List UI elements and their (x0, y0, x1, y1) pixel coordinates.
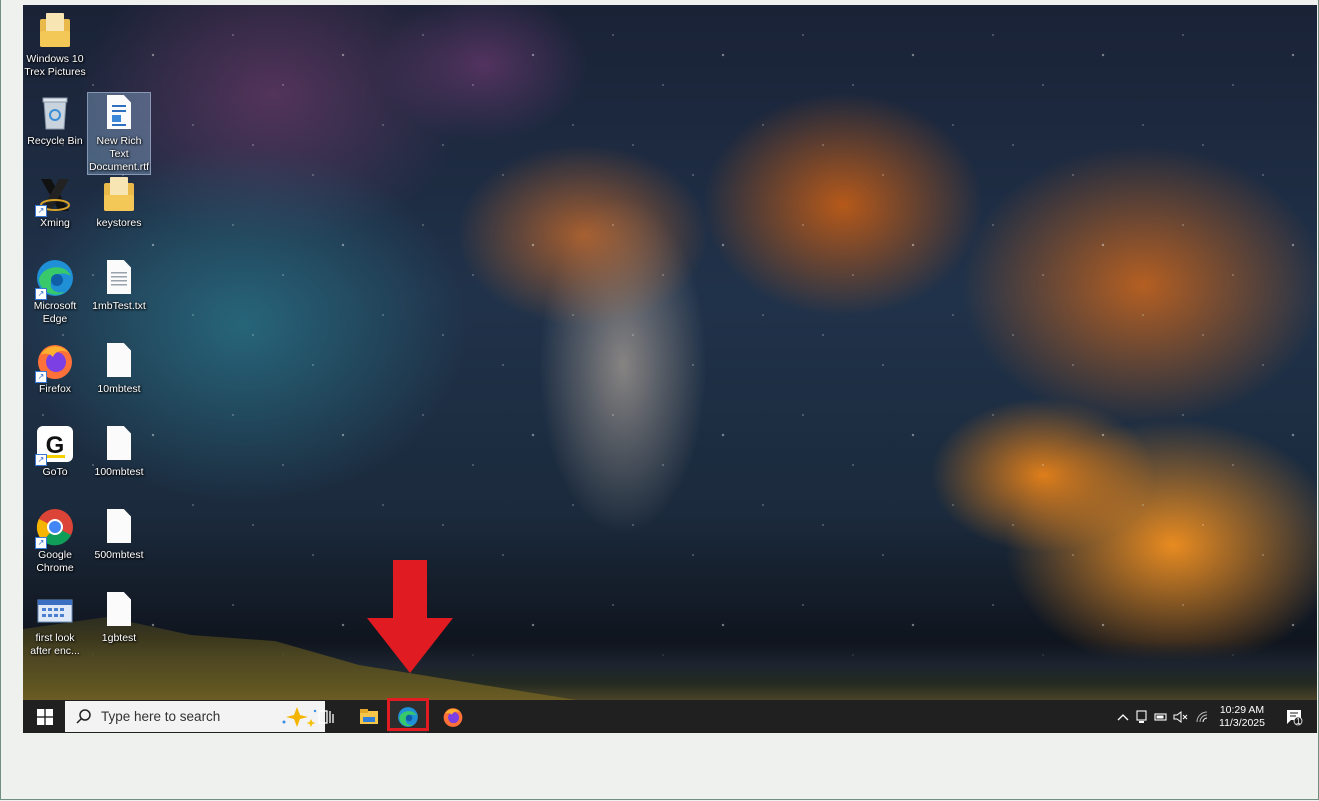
file-icon (99, 341, 139, 381)
firefox-icon: ↗ (35, 341, 75, 383)
desktop-icon-100mbtest[interactable]: 100mbtest (88, 424, 150, 479)
desktop-icon-new-rich-text-document[interactable]: New Rich Text Document.rtf (87, 92, 151, 175)
desktop-icon-google-chrome[interactable]: ↗ Google Chrome (24, 507, 86, 575)
wallpaper-stars (23, 5, 1317, 733)
tray-volume[interactable] (1171, 700, 1191, 733)
task-view-icon (318, 709, 334, 724)
image-icon (35, 590, 75, 630)
notification-center-button[interactable]: 1 (1279, 700, 1309, 733)
desktop-icon-microsoft-edge[interactable]: ↗ Microsoft Edge (24, 258, 86, 326)
edge-highlight-box (387, 698, 429, 731)
svg-text:G: G (46, 432, 65, 459)
tray-meet-now[interactable] (1133, 700, 1151, 733)
tray-battery[interactable] (1152, 700, 1170, 733)
desktop-icon-recycle-bin[interactable]: Recycle Bin (24, 93, 86, 148)
file-icon (99, 590, 139, 630)
search-icon (76, 708, 91, 724)
desktop-icon-10mbtest[interactable]: 10mbtest (88, 341, 150, 396)
tray-network[interactable] (1193, 700, 1211, 733)
xming-icon: ↗ (35, 175, 75, 217)
desktop-icon-first-look-after-enc[interactable]: first look after enc... (24, 590, 86, 658)
folder-icon (35, 11, 75, 51)
desktop-icon-xming[interactable]: ↗ Xming (24, 175, 86, 230)
desktop-icon-goto[interactable]: G ↗ GoTo (24, 424, 86, 479)
search-placeholder: Type here to search (101, 709, 221, 724)
firefox-icon (443, 707, 463, 727)
tray-clock[interactable]: 10:29 AM 11/3/2025 (1214, 700, 1270, 733)
desktop-icon-windows-10-trex-pictures[interactable]: Windows 10 Trex Pictures (24, 11, 86, 79)
clock-date: 11/3/2025 (1219, 716, 1265, 729)
folder-icon (99, 175, 139, 215)
device-icon (1136, 709, 1147, 723)
file-icon (99, 507, 139, 547)
chevron-up-icon (1117, 713, 1129, 720)
desktop-icon-1gbtest[interactable]: 1gbtest (88, 590, 150, 645)
file-explorer-icon (360, 708, 378, 724)
desktop-icon-keystores[interactable]: keystores (88, 175, 150, 230)
taskbar-firefox[interactable] (435, 700, 471, 733)
volume-muted-icon (1173, 710, 1188, 723)
notification-count: 1 (1296, 717, 1301, 726)
desktop: Windows 10 Trex Pictures Recycle Bin ↗ X… (23, 5, 1317, 733)
edge-icon: ↗ (35, 258, 75, 300)
desktop-icon-1mbtest-txt[interactable]: 1mbTest.txt (88, 258, 150, 313)
file-icon (99, 424, 139, 464)
recycle-bin-icon (35, 93, 75, 133)
start-button[interactable] (27, 700, 63, 733)
taskbar-search-box[interactable]: Type here to search (65, 701, 325, 732)
clock-time: 10:29 AM (1219, 703, 1265, 716)
wifi-icon (1196, 711, 1208, 722)
goto-icon: G ↗ (35, 424, 75, 466)
chrome-icon: ↗ (35, 507, 75, 549)
battery-icon (1154, 712, 1167, 721)
taskbar: Type here to search 10:29 AM 11/3/2025 1 (23, 698, 1317, 733)
desktop-icon-firefox[interactable]: ↗ Firefox (24, 341, 86, 396)
task-view-button[interactable] (311, 700, 343, 733)
windows-logo-icon (37, 708, 53, 725)
rtf-document-icon (99, 93, 139, 133)
text-file-icon (99, 258, 139, 298)
red-arrow-annotation (367, 560, 453, 673)
desktop-icon-500mbtest[interactable]: 500mbtest (88, 507, 150, 562)
taskbar-file-explorer[interactable] (351, 700, 387, 733)
show-hidden-icons-button[interactable] (1115, 700, 1131, 733)
